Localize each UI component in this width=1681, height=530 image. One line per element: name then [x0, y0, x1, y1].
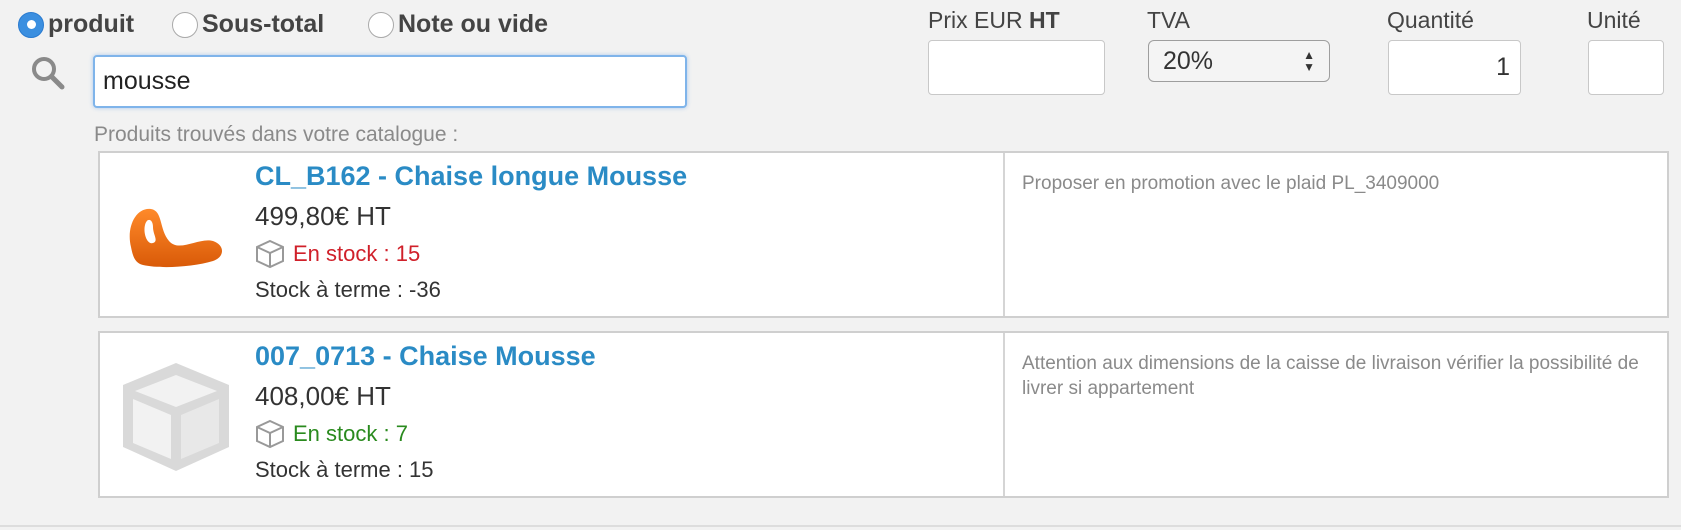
- stock-status: En stock : 7: [293, 421, 408, 446]
- quantity-label: Quantité: [1387, 7, 1474, 33]
- unit-label: Unité: [1587, 7, 1641, 33]
- product-title-link[interactable]: CL_B162 - Chaise longue Mousse: [255, 161, 687, 192]
- price-label: Prix EUR HT: [928, 7, 1060, 34]
- product-thumbnail: [112, 347, 240, 487]
- product-stock-term: Stock à terme : -36: [255, 277, 441, 302]
- bottom-divider: [0, 525, 1681, 527]
- card-divider: [1003, 333, 1005, 496]
- product-title-link[interactable]: 007_0713 - Chaise Mousse: [255, 341, 596, 372]
- card-divider: [1003, 153, 1005, 316]
- product-result-card[interactable]: 007_0713 - Chaise Mousse 408,00€ HT En s…: [98, 331, 1669, 498]
- tva-select-value: 20%: [1163, 46, 1214, 75]
- product-result-card[interactable]: CL_B162 - Chaise longue Mousse 499,80€ H…: [98, 151, 1669, 318]
- product-thumbnail: [112, 167, 240, 307]
- product-note: Attention aux dimensions de la caisse de…: [1022, 353, 1639, 399]
- product-note: Proposer en promotion avec le plaid PL_3…: [1022, 173, 1440, 194]
- quantity-input[interactable]: [1388, 40, 1521, 95]
- box-icon: [256, 239, 284, 269]
- price-label-text: Prix EUR: [928, 7, 1029, 33]
- radio-produit[interactable]: produit: [18, 10, 134, 39]
- radio-produit-label: produit: [48, 10, 135, 38]
- search-input[interactable]: [93, 55, 687, 108]
- radio-sous-total-circle[interactable]: [172, 11, 198, 38]
- price-label-ht: HT: [1028, 7, 1060, 33]
- radio-note-ou-vide[interactable]: Note ou vide: [368, 10, 548, 39]
- product-price: 499,80€ HT: [255, 201, 391, 231]
- product-stock: En stock : 7: [255, 419, 408, 449]
- product-price: 408,00€ HT: [255, 381, 391, 411]
- search-icon: [30, 55, 66, 91]
- tva-label: TVA: [1147, 7, 1191, 33]
- stock-status: En stock : 15: [293, 241, 421, 266]
- product-stock: En stock : 15: [255, 239, 420, 269]
- radio-sous-total-label: Sous-total: [202, 10, 325, 38]
- radio-produit-circle[interactable]: [18, 11, 44, 38]
- orange-chaise-image: [129, 208, 222, 268]
- tva-select[interactable]: 20% ▲ ▼: [1148, 40, 1330, 82]
- results-heading: Produits trouvés dans votre catalogue :: [94, 123, 459, 146]
- unit-input[interactable]: [1588, 40, 1664, 95]
- price-input[interactable]: [928, 40, 1105, 95]
- box-icon: [256, 419, 284, 449]
- radio-note-ou-vide-label: Note ou vide: [398, 10, 549, 38]
- product-stock-term: Stock à terme : 15: [255, 457, 434, 482]
- radio-note-ou-vide-circle[interactable]: [368, 11, 394, 38]
- select-arrows-icon: ▲ ▼: [1303, 48, 1315, 74]
- radio-sous-total[interactable]: Sous-total: [172, 10, 324, 39]
- box-placeholder-icon: [123, 363, 229, 471]
